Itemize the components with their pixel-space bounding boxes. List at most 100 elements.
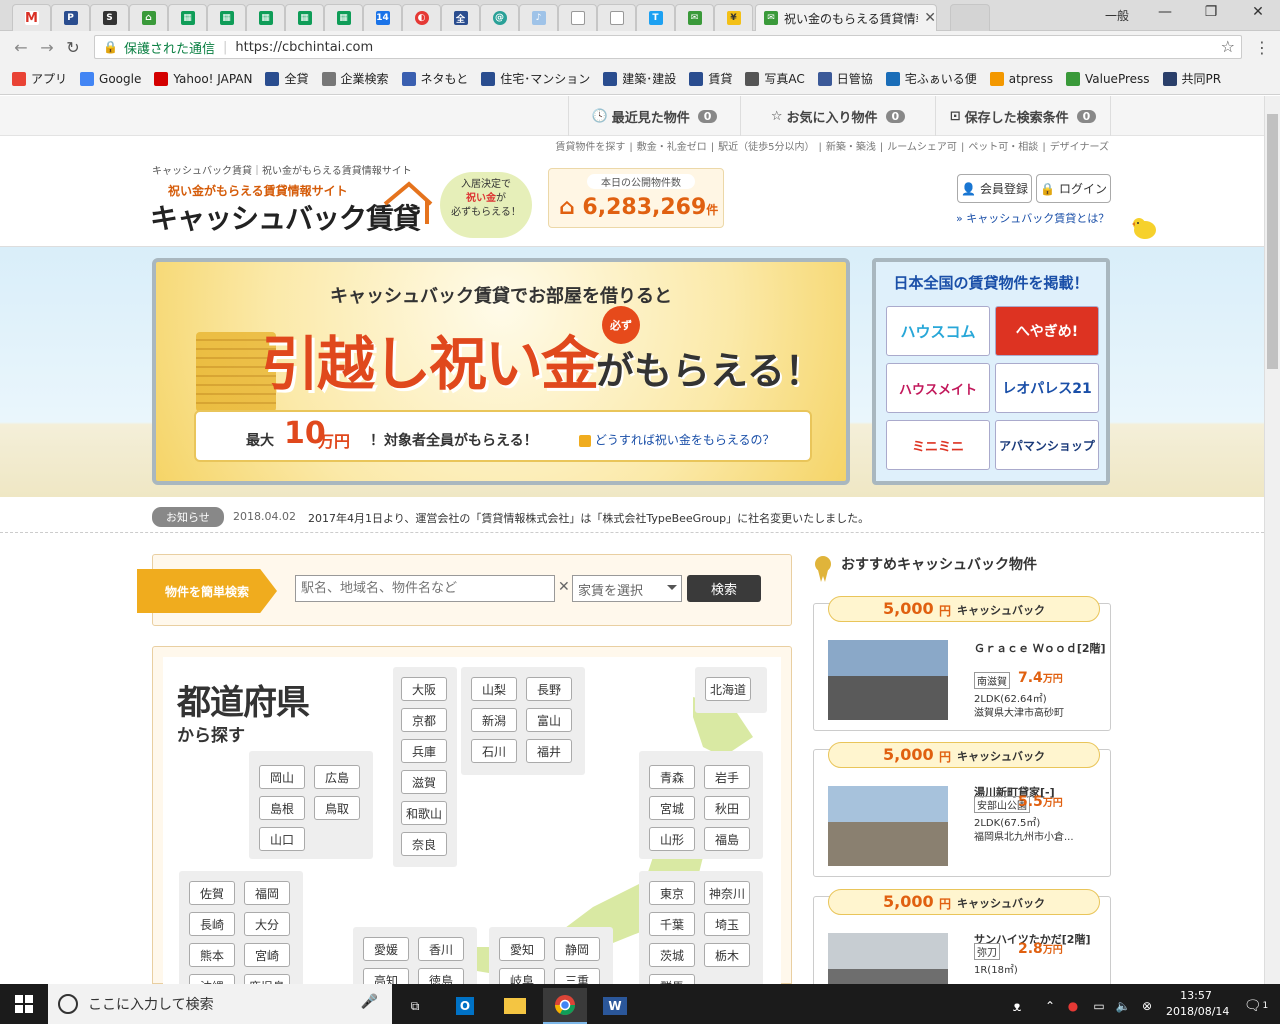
minimize-icon[interactable]: —	[1150, 4, 1180, 20]
prefecture-button[interactable]: 福井	[526, 739, 572, 763]
login-button[interactable]: 🔒 ログイン	[1036, 174, 1111, 203]
prefecture-button[interactable]: 青森	[649, 765, 695, 789]
bookmark-item[interactable]: 写真AC	[745, 70, 805, 87]
prefecture-button[interactable]: 岡山	[259, 765, 305, 789]
prefecture-button[interactable]: 山口	[259, 827, 305, 851]
forward-icon[interactable]: →	[34, 38, 60, 57]
property-card[interactable]: 5,000 円キャッシュバック 湯川新町貸家[-] 安部山公園 5.5万円 2LDK(67…	[813, 742, 1111, 877]
site-logo[interactable]: キャッシュバック賃貸	[150, 197, 421, 237]
recent-properties-button[interactable]: 🕓 最近見た物件 0	[568, 96, 740, 136]
prefecture-button[interactable]: 島根	[259, 796, 305, 820]
property-name[interactable]: Ｇｒａｃｅ Ｗｏｏｄ[2階]	[974, 642, 1106, 656]
prefecture-button[interactable]: 茨城	[649, 943, 695, 967]
saved-search-button[interactable]: ⊡ 保存した検索条件 0	[935, 96, 1111, 136]
tab-sheet-5[interactable]: ▦	[324, 4, 363, 31]
bookmark-item[interactable]: 宅ふぁいる便	[885, 70, 977, 87]
bookmark-item[interactable]: Google	[80, 71, 141, 86]
prefecture-button[interactable]: 京都	[401, 708, 447, 732]
microphone-icon[interactable]: 🎤	[361, 994, 378, 1010]
prefecture-button[interactable]: 長野	[526, 677, 572, 701]
tab-s[interactable]: S	[90, 4, 129, 31]
volume-icon[interactable]: 🔈	[1110, 988, 1136, 1024]
prefecture-button[interactable]: 宮城	[649, 796, 695, 820]
tab-yen[interactable]: ¥	[714, 4, 753, 31]
tab-active[interactable]: ✉ 祝い金のもらえる賃貸情報サ ✕	[755, 4, 937, 31]
bookmark-item[interactable]: 全貸	[265, 70, 309, 87]
prefecture-button[interactable]: 大阪	[401, 677, 447, 701]
property-photo[interactable]	[828, 933, 948, 984]
prefecture-button[interactable]: 愛知	[499, 937, 545, 961]
property-photo[interactable]	[828, 786, 948, 866]
prefecture-button[interactable]: 神奈川	[704, 881, 750, 905]
about-link[interactable]: » キャッシュバック賃貸とは？	[956, 210, 1109, 226]
prefecture-button[interactable]: 山梨	[471, 677, 517, 701]
bookmark-item[interactable]: atpress	[989, 71, 1053, 86]
prefecture-button[interactable]: 沖縄	[189, 974, 235, 984]
tab-mail[interactable]: ✉	[675, 4, 714, 31]
prefecture-button[interactable]: 栃木	[704, 943, 750, 967]
start-button[interactable]	[0, 984, 48, 1024]
outlook-icon[interactable]: O	[443, 988, 487, 1024]
prefecture-button[interactable]: 宮崎	[244, 943, 290, 967]
tab-p[interactable]: P	[51, 4, 90, 31]
prefecture-button[interactable]: 鳥取	[314, 796, 360, 820]
prefecture-button[interactable]: 岩手	[704, 765, 750, 789]
cashback-banner[interactable]: キャッシュバック賃貸でお部屋を借りると 引越し祝い金 必ず がもらえる！ 最大 …	[152, 258, 850, 485]
tab-calendar[interactable]: 14	[363, 4, 402, 31]
prefecture-button[interactable]: 石川	[471, 739, 517, 763]
leopalace-logo[interactable]: レオパレス21	[995, 363, 1099, 413]
property-card[interactable]: 5,000 円キャッシュバック サンハイツたかだ[2階] 弥刀 2.8万円 1R(18㎡)	[813, 889, 1111, 984]
bookmark-item[interactable]: 共同PR	[1162, 70, 1221, 87]
bookmark-item[interactable]: 建築･建設	[603, 70, 676, 87]
tab-gmail[interactable]: M	[12, 4, 51, 31]
bookmark-item[interactable]: 賃貸	[689, 70, 732, 87]
prefecture-button[interactable]: 富山	[526, 708, 572, 732]
close-window-icon[interactable]: ✕	[1243, 4, 1273, 20]
battery-icon[interactable]: ⊗	[1134, 988, 1160, 1024]
prefecture-button[interactable]: 静岡	[554, 937, 600, 961]
prefecture-button[interactable]: 長崎	[189, 912, 235, 936]
prefecture-button[interactable]: 広島	[314, 765, 360, 789]
prefecture-button[interactable]: 埼玉	[704, 912, 750, 936]
new-tab-button[interactable]	[950, 4, 990, 31]
tab-doc-1[interactable]	[558, 4, 597, 31]
taskbar-search[interactable]: ここに入力して検索 🎤	[48, 984, 392, 1024]
word-icon[interactable]: W	[593, 988, 637, 1024]
tab-bird[interactable]: ♪	[519, 4, 558, 31]
prefecture-button[interactable]: 佐賀	[189, 881, 235, 905]
bookmark-item[interactable]: 企業検索	[321, 70, 389, 87]
prefecture-button[interactable]: 高知	[363, 968, 409, 984]
task-view-icon[interactable]: ⧉	[393, 988, 437, 1024]
prefecture-button[interactable]: 和歌山	[401, 801, 447, 825]
bookmark-star-icon[interactable]: ☆	[1221, 37, 1235, 56]
prefecture-button[interactable]: 滋賀	[401, 770, 447, 794]
favorites-button[interactable]: ☆ お気に入り物件 0	[740, 96, 935, 136]
prefecture-button[interactable]: 福岡	[244, 881, 290, 905]
omnibox[interactable]: 🔒 保護された通信 | https://cbchintai.com ☆	[94, 35, 1242, 59]
prefecture-button[interactable]: 奈良	[401, 832, 447, 856]
heyagime-logo[interactable]: へやぎめ!	[995, 306, 1099, 356]
page-scrollbar[interactable]	[1264, 96, 1280, 984]
scrollbar-thumb[interactable]	[1267, 114, 1278, 369]
search-button[interactable]: 検索	[687, 575, 761, 602]
prefecture-button[interactable]: 愛媛	[363, 937, 409, 961]
tray-app-icon[interactable]: ●	[1060, 988, 1086, 1024]
tab-house[interactable]: ⌂	[129, 4, 168, 31]
housecom-logo[interactable]: ハウスコム	[886, 306, 990, 356]
bookmark-item[interactable]: Yahoo! JAPAN	[154, 71, 252, 86]
bookmark-item[interactable]: ValuePress	[1065, 71, 1150, 86]
restore-icon[interactable]: ❐	[1196, 4, 1226, 20]
prefecture-button[interactable]: 群馬	[649, 974, 695, 984]
prefecture-button[interactable]: 兵庫	[401, 739, 447, 763]
news-text[interactable]: 2017年4月1日より、運営会社の「賃貸情報株式会社」は「株式会社TypeBee…	[308, 510, 869, 526]
prefecture-button[interactable]: 福島	[704, 827, 750, 851]
howto-link[interactable]: どうすれば祝い金をもらえるの？	[579, 431, 774, 448]
tab-swirl[interactable]: @	[480, 4, 519, 31]
chrome-icon[interactable]	[543, 988, 587, 1024]
prefecture-button[interactable]: 香川	[418, 937, 464, 961]
tab-sheet-4[interactable]: ▦	[285, 4, 324, 31]
network-icon[interactable]: ▭	[1086, 988, 1112, 1024]
tab-zentai[interactable]: 全	[441, 4, 480, 31]
prefecture-button[interactable]: 熊本	[189, 943, 235, 967]
apamanshop-logo[interactable]: アパマンショップ	[995, 420, 1099, 470]
